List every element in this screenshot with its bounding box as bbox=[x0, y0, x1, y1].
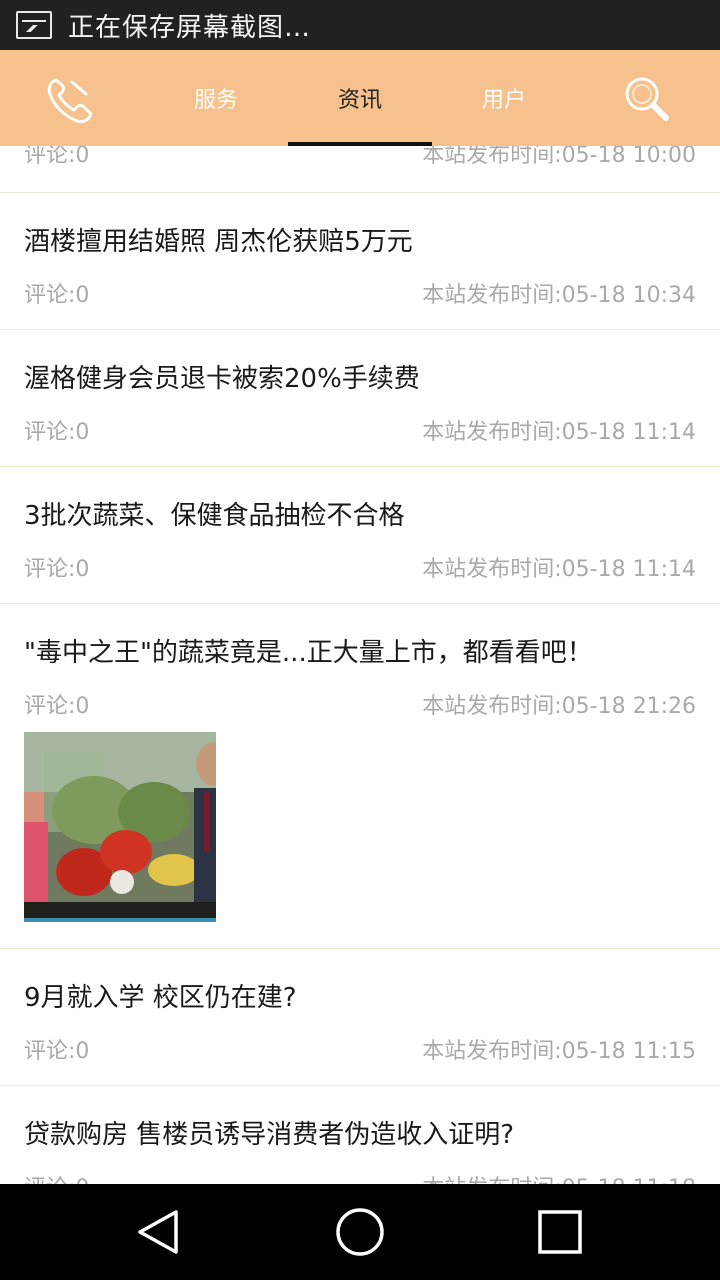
news-comment-count: 评论:0 bbox=[24, 420, 90, 445]
recents-icon[interactable] bbox=[534, 1206, 586, 1258]
news-comment-count: 评论:0 bbox=[24, 557, 90, 582]
news-publish-time: 本站发布时间:05-18 21:26 bbox=[422, 694, 696, 719]
news-comment-count: 评论:0 bbox=[24, 283, 90, 308]
news-title: 9月就入学 校区仍在建? bbox=[24, 983, 297, 1013]
tab-service[interactable]: 服务 bbox=[144, 50, 288, 146]
news-title: "毒中之王"的蔬菜竟是...正大量上市，都看看吧！ bbox=[24, 638, 593, 668]
news-item[interactable]: "毒中之王"的蔬菜竟是...正大量上市，都看看吧！ 评论:0 本站发布时间:05… bbox=[0, 604, 720, 949]
news-comment-count: 评论:0 bbox=[24, 694, 90, 719]
news-publish-time: 本站发布时间:05-18 10:34 bbox=[422, 283, 696, 308]
back-icon[interactable] bbox=[132, 1206, 184, 1258]
news-item[interactable]: 评论:0 本站发布时间:05-18 10:00 bbox=[0, 146, 720, 193]
status-notification-text: 正在保存屏幕截图… bbox=[68, 12, 312, 43]
news-publish-time: 本站发布时间:05-18 11:18 bbox=[422, 1170, 696, 1184]
news-item[interactable]: 渥格健身会员退卡被索20%手续费 评论:0 本站发布时间:05-18 11:14 bbox=[0, 330, 720, 467]
news-publish-time: 本站发布时间:05-18 11:15 bbox=[422, 1039, 696, 1064]
news-publish-time: 本站发布时间:05-18 11:14 bbox=[422, 557, 696, 582]
news-title: 渥格健身会员退卡被索20%手续费 bbox=[24, 364, 420, 394]
screenshot-icon bbox=[16, 11, 52, 39]
status-bar: 正在保存屏幕截图… bbox=[0, 0, 720, 50]
news-comment-count: 评论:0 bbox=[24, 1170, 89, 1184]
search-icon[interactable] bbox=[620, 74, 676, 126]
news-comment-count: 评论:0 bbox=[24, 1039, 90, 1064]
news-title: 贷款购房 售楼员诱导消费者伪造收入证明? bbox=[24, 1120, 515, 1150]
news-comment-count: 评论:0 bbox=[24, 146, 90, 168]
news-title: 3批次蔬菜、保健食品抽检不合格 bbox=[24, 501, 405, 531]
top-nav: 服务 资讯 用户 bbox=[0, 50, 720, 146]
home-icon[interactable] bbox=[334, 1206, 386, 1258]
news-publish-time: 本站发布时间:05-18 10:00 bbox=[422, 146, 696, 168]
news-title: 酒楼擅用结婚照 周杰伦获赔5万元 bbox=[24, 227, 413, 257]
news-item[interactable]: 3批次蔬菜、保健食品抽检不合格 评论:0 本站发布时间:05-18 11:14 bbox=[0, 467, 720, 604]
news-item[interactable]: 贷款购房 售楼员诱导消费者伪造收入证明? 评论:0 本站发布时间:05-18 1… bbox=[0, 1086, 720, 1184]
tab-user[interactable]: 用户 bbox=[432, 50, 576, 146]
phone-icon[interactable] bbox=[44, 74, 100, 126]
news-list[interactable]: 评论:0 本站发布时间:05-18 10:00 酒楼擅用结婚照 周杰伦获赔5万元… bbox=[0, 146, 720, 1184]
system-navigation-bar bbox=[0, 1184, 720, 1280]
tab-news[interactable]: 资讯 bbox=[288, 50, 432, 146]
news-item[interactable]: 酒楼擅用结婚照 周杰伦获赔5万元 评论:0 本站发布时间:05-18 10:34 bbox=[0, 193, 720, 330]
news-item[interactable]: 9月就入学 校区仍在建? 评论:0 本站发布时间:05-18 11:15 bbox=[0, 949, 720, 1086]
news-publish-time: 本站发布时间:05-18 11:14 bbox=[422, 420, 696, 445]
news-thumbnail[interactable] bbox=[24, 732, 216, 922]
